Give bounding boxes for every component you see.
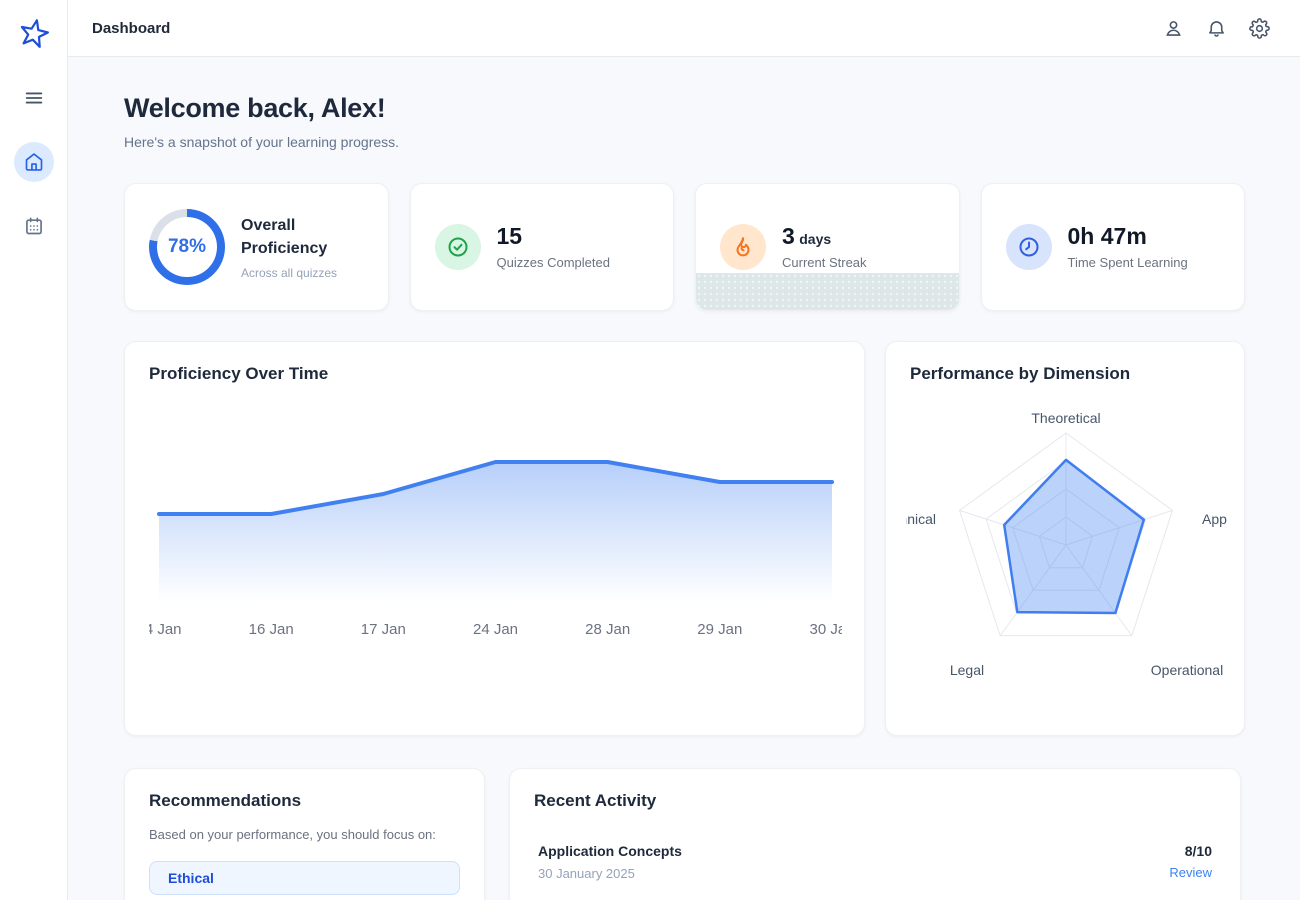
radar-axis-label: Technical <box>906 511 936 527</box>
topbar-actions <box>1163 18 1270 39</box>
notifications-button[interactable] <box>1206 18 1227 39</box>
app-logo <box>14 14 54 54</box>
x-axis-label: 28 Jan <box>585 621 630 638</box>
main-column: Dashboard <box>68 0 1300 900</box>
stat-icon-wrap <box>1006 224 1052 270</box>
app-root: Dashboard <box>0 0 1300 900</box>
home-icon <box>24 152 44 172</box>
x-axis-label: 16 Jan <box>249 621 294 638</box>
stat-value: 15 <box>497 224 610 249</box>
settings-button[interactable] <box>1249 18 1270 39</box>
recent-activity-card: Recent Activity Application Concepts 30 … <box>509 768 1241 900</box>
topbar: Dashboard <box>68 0 1300 57</box>
stat-title: Overall Proficiency <box>241 214 351 260</box>
sidebar <box>0 0 68 900</box>
stat-label: Current Streak <box>782 255 867 270</box>
hamburger-icon <box>23 87 45 109</box>
recommendations-card: Recommendations Based on your performanc… <box>124 768 485 900</box>
sidebar-item-calendar[interactable] <box>14 206 54 246</box>
stat-subtitle: Across all quizzes <box>241 266 351 280</box>
activity-date: 30 January 2025 <box>538 866 682 881</box>
line-chart: 14 Jan 16 Jan 17 Jan 24 Jan 28 Jan 29 Jan 30 J… <box>149 422 840 643</box>
sidebar-menu-button[interactable] <box>14 78 54 118</box>
stat-card-current-streak: 3 days Current Streak <box>695 183 960 311</box>
recommendations-subtitle: Based on your performance, you should fo… <box>149 827 460 842</box>
stat-card-quizzes-completed: 15 Quizzes Completed <box>410 183 675 311</box>
activity-score: 8/10 <box>1169 843 1212 859</box>
radar-chart-svg: Theoretical App Operational Legal Technical <box>906 397 1245 697</box>
x-axis-labels: 14 Jan 16 Jan 17 Jan 24 Jan 28 Jan 29 Jan 30 J… <box>149 621 842 643</box>
radar-axis-label: Operational <box>1151 662 1223 678</box>
line-chart-card: Proficiency Over Time <box>124 341 865 736</box>
x-axis-label: 29 Jan <box>697 621 742 638</box>
welcome-heading: Welcome back, Alex! <box>124 93 1245 124</box>
star-logo-icon <box>17 17 51 51</box>
stat-label: Quizzes Completed <box>497 255 610 270</box>
x-axis-label: 24 Jan <box>473 621 518 638</box>
stat-value: 0h 47m <box>1068 224 1188 249</box>
content-area: Welcome back, Alex! Here's a snapshot of… <box>68 57 1300 900</box>
stat-icon-wrap <box>720 224 766 270</box>
x-axis-label: 14 Jan <box>149 621 182 638</box>
page-title: Dashboard <box>92 20 170 37</box>
activity-name: Application Concepts <box>538 843 682 859</box>
stat-value: 3 <box>782 223 795 249</box>
selection-highlight-overlay <box>696 273 959 310</box>
welcome-subtitle: Here's a snapshot of your learning progr… <box>124 134 1245 150</box>
stat-label: Time Spent Learning <box>1068 255 1188 270</box>
clock-icon <box>1017 235 1041 259</box>
area-chart-svg <box>149 422 842 602</box>
proficiency-ring: 78% <box>149 209 225 285</box>
activity-list-item: Application Concepts 30 January 2025 8/1… <box>534 843 1216 882</box>
radar-axis-label: Theoretical <box>1031 410 1100 426</box>
bell-icon <box>1206 18 1227 39</box>
user-icon <box>1163 18 1184 39</box>
gear-icon <box>1249 18 1270 39</box>
sidebar-item-home[interactable] <box>14 142 54 182</box>
radar-data-polygon <box>1004 460 1144 613</box>
radar-axis-label: App <box>1202 511 1227 527</box>
recommendation-label: Ethical <box>168 870 214 886</box>
recent-activity-title: Recent Activity <box>534 791 1216 811</box>
flame-icon <box>731 235 755 259</box>
line-chart-title: Proficiency Over Time <box>149 364 840 384</box>
stat-unit: days <box>799 231 831 247</box>
recommendation-pill-ethical[interactable]: Ethical <box>149 861 460 895</box>
radar-chart-title: Performance by Dimension <box>910 364 1220 384</box>
review-link[interactable]: Review <box>1169 865 1212 880</box>
stat-icon-wrap <box>435 224 481 270</box>
x-axis-label: 17 Jan <box>361 621 406 638</box>
check-circle-icon <box>446 235 470 259</box>
recommendations-title: Recommendations <box>149 791 460 811</box>
stat-card-overall-proficiency: 78% Overall Proficiency Across all quizz… <box>124 183 389 311</box>
charts-row: Proficiency Over Time <box>124 341 1245 736</box>
radar-chart-card: Performance by Dimension Theoretical App O… <box>885 341 1245 736</box>
bottom-row: Recommendations Based on your performanc… <box>124 768 1245 900</box>
proficiency-ring-inner: 78% <box>157 217 217 277</box>
profile-button[interactable] <box>1163 18 1184 39</box>
proficiency-percent: 78% <box>168 236 206 258</box>
stats-row: 78% Overall Proficiency Across all quizz… <box>124 183 1245 311</box>
x-axis-label: 30 Jan <box>809 621 842 638</box>
calendar-icon <box>24 216 44 236</box>
stat-card-time-spent: 0h 47m Time Spent Learning <box>981 183 1246 311</box>
radar-axis-label: Legal <box>950 662 984 678</box>
